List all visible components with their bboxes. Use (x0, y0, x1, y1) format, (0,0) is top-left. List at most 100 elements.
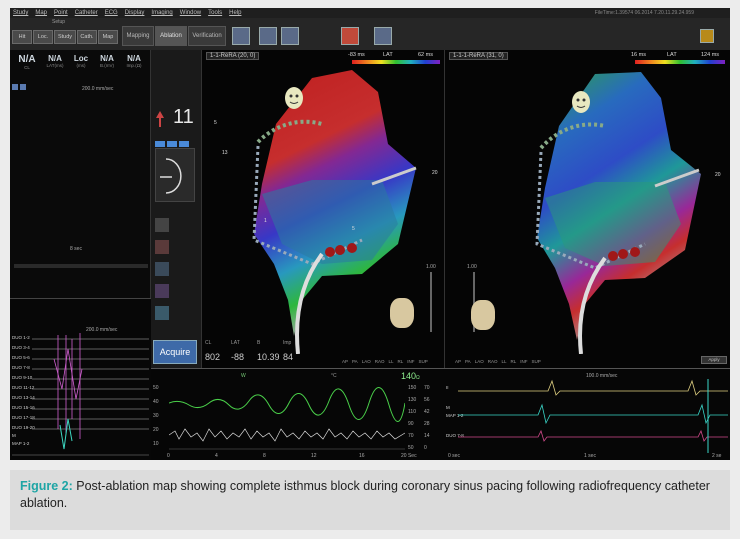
left-axis-tick: 10 (153, 441, 159, 447)
left-lat-max: 62 ms (418, 52, 433, 58)
kpi-lat: N/A LAT(ms) (42, 54, 68, 68)
map-button[interactable]: Map (98, 30, 118, 44)
point-icon[interactable] (281, 27, 299, 45)
left-axis-tick: 40 (153, 399, 159, 405)
cursor-icon[interactable] (232, 27, 250, 45)
left-zoom-slider[interactable] (430, 272, 432, 332)
pointer-icon[interactable] (155, 110, 165, 133)
setup-label: Setup (52, 19, 66, 25)
left-map-title[interactable]: 1-1-ReRA (20, 0) (206, 52, 260, 60)
right-axis-tick: 110 (408, 409, 416, 415)
menu-display[interactable]: Display (125, 10, 145, 16)
menu-help[interactable]: Help (229, 10, 241, 16)
lead-label: M (446, 405, 450, 410)
tag-icon[interactable] (155, 240, 169, 254)
kpi-imp-label: Imp.(Ω) (126, 63, 142, 68)
figure-caption: Figure 2: Post-ablation map showing comp… (10, 470, 730, 530)
view-sup[interactable]: SUP (532, 359, 541, 364)
status-cl-value: 802 (205, 352, 221, 362)
impedance-value: 140 (401, 371, 417, 381)
tab-mapping[interactable]: Mapping (122, 26, 154, 46)
file-timestamp: FileTime:1.39574 06.2014 7.20.11.29.24.9… (594, 10, 694, 16)
kpi-b: N/A B.(mV) (94, 54, 120, 68)
status-lat-header: LAT (231, 340, 240, 346)
view-pa[interactable]: PA (465, 359, 471, 364)
status-b-header: B (257, 340, 261, 346)
tab-ablation[interactable]: Ablation (155, 26, 187, 46)
heart-orientation-icon[interactable] (471, 300, 495, 330)
kpi-imp: N/A Imp.(Ω) (120, 54, 148, 68)
view-icon[interactable] (155, 306, 169, 320)
loc-button[interactable]: Loc. (33, 30, 53, 44)
x-axis-tick: 4 (215, 453, 218, 459)
view-lao[interactable]: LAO (475, 359, 484, 364)
tab-verification[interactable]: Verification (188, 26, 226, 46)
settings-icon[interactable] (155, 218, 169, 232)
cath-button[interactable]: Cath. (77, 30, 97, 44)
heart-orientation-icon[interactable] (390, 298, 414, 328)
time-scrollbar[interactable] (14, 264, 148, 268)
menu-map[interactable]: Map (35, 10, 47, 16)
menu-study[interactable]: Study (13, 10, 28, 16)
left-map-view: 1-1-ReRA (20, 0) -83 ms LAT 62 ms 13 5 1… (201, 50, 444, 368)
x-axis-tick: 16 (359, 453, 365, 459)
right-axis2-tick: 0 (424, 445, 427, 451)
view-ap[interactable]: AP (455, 359, 461, 364)
kpi-loc: Loc (ms) (68, 54, 94, 68)
view-rao[interactable]: RAO (488, 359, 498, 364)
bell-icon[interactable] (259, 27, 277, 45)
mesh-icon[interactable] (155, 284, 169, 298)
status-imp-header: Imp (283, 340, 292, 346)
figure-label: Figure 2: (20, 479, 73, 493)
view-ll[interactable]: LL (501, 359, 506, 364)
electrode-marker: 20 (715, 172, 721, 178)
left-speed: 200.0 mm/sec (82, 86, 114, 92)
zoom-out-icon[interactable] (20, 84, 26, 90)
menu-catheter[interactable]: Catheter (75, 10, 98, 16)
record-icon[interactable] (341, 27, 359, 45)
menu-ecg[interactable]: ECG (105, 10, 118, 16)
ecg-panel: 200.0 mm/sec DUO 1-2 DUO 3-4 DUO 5-6 DUO… (10, 298, 151, 460)
menu-window[interactable]: Window (180, 10, 201, 16)
view-rl[interactable]: RL (510, 359, 516, 364)
screen-icon[interactable] (374, 27, 392, 45)
menu-bar: Study Map Point Catheter ECG Display Imaging Wi… (10, 8, 730, 18)
menu-tools[interactable]: Tools (208, 10, 222, 16)
warning-icon[interactable] (700, 29, 714, 43)
catheter-shape-icon (155, 148, 195, 202)
ablation-graph (169, 387, 405, 450)
right-lat-label: LAT (667, 52, 677, 58)
menu-imaging[interactable]: Imaging (151, 10, 172, 16)
hit-button[interactable]: Hit (12, 30, 32, 44)
layer-icon[interactable] (155, 262, 169, 276)
right-axis2-tick: 42 (424, 409, 430, 415)
left-axis-tick: 20 (153, 427, 159, 433)
electrode-marker: 20 (432, 170, 438, 176)
right-axis2-tick: 70 (424, 385, 430, 391)
right-x-tick: 1 sec (584, 453, 596, 459)
ecg-traces (12, 333, 149, 456)
lead-label: II (446, 385, 449, 390)
carto-screen: Study Map Point Catheter ECG Display Imaging Wi… (10, 8, 730, 460)
right-axis-tick: 150 (408, 385, 417, 391)
right-axis2-tick: 56 (424, 397, 430, 403)
right-axis-tick: 70 (408, 433, 414, 439)
electrode-marker: 1 (264, 218, 267, 224)
time-label: 8 sec (70, 246, 82, 252)
right-axis2-tick: 28 (424, 421, 430, 427)
left-scale: 1.00 (426, 264, 436, 270)
zoom-in-icon[interactable] (12, 84, 18, 90)
right-axis-tick: 50 (408, 445, 414, 451)
intracardiac-ecg-panel: 100.0 mm/sec II M MAP 1-2 DUO 7-8 0 sec … (444, 368, 730, 460)
acquire-button[interactable]: Acquire (153, 340, 197, 364)
study-button[interactable]: Study (54, 30, 76, 44)
right-lat-max: 124 ms (701, 52, 720, 58)
menu-point[interactable]: Point (54, 10, 68, 16)
view-inf[interactable]: INF (520, 359, 527, 364)
left-axis-tick: 50 (153, 385, 159, 391)
right-map-title[interactable]: 1-1-1-ReRA (31, 0) (449, 52, 508, 60)
apply-dropdown[interactable]: Apply (701, 356, 727, 364)
status-cl-header: CL (205, 340, 212, 346)
left-lat-min: -83 ms (348, 52, 365, 58)
status-lat-value: -88 (231, 352, 245, 362)
